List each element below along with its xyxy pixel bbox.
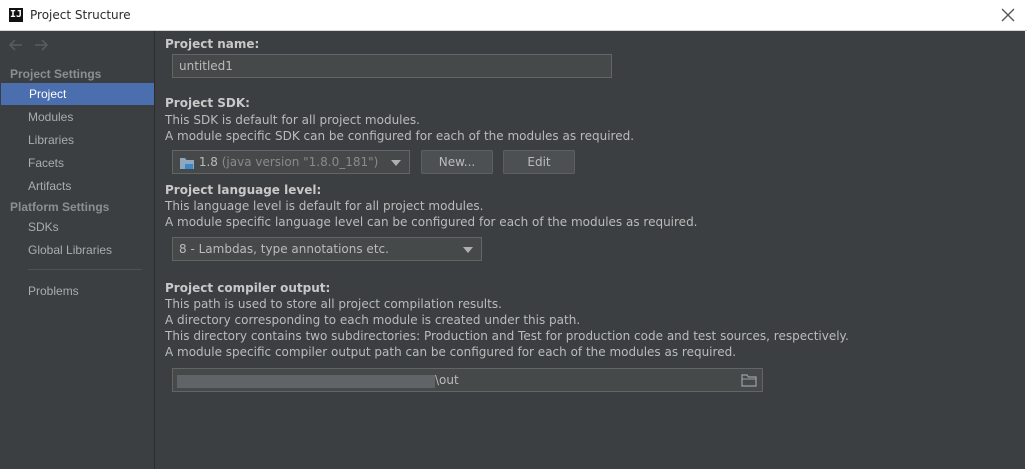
window-title-bar: IJ Project Structure — [0, 0, 1027, 31]
chevron-down-icon — [463, 247, 473, 253]
language-level-description-1: This language level is default for all p… — [165, 199, 484, 213]
project-settings-heading: Project Settings — [10, 67, 102, 81]
window-title: Project Structure — [30, 8, 131, 22]
compiler-output-label: Project compiler output: — [165, 281, 331, 295]
redacted-path — [177, 375, 435, 388]
folder-browse-icon[interactable] — [741, 373, 757, 387]
sidebar-item-libraries[interactable]: Libraries — [0, 129, 155, 151]
language-level-label: Project language level: — [165, 183, 322, 197]
back-arrow-icon[interactable] — [8, 37, 24, 53]
sdk-description-2: A module specific SDK can be configured … — [165, 129, 635, 143]
language-level-description-2: A module specific language level can be … — [165, 215, 698, 229]
project-name-input[interactable] — [172, 54, 612, 78]
close-icon[interactable] — [999, 6, 1017, 24]
platform-settings-heading: Platform Settings — [10, 200, 110, 214]
compiler-output-description-2: A directory corresponding to each module… — [165, 313, 581, 327]
settings-sidebar: Project Settings Project Modules Librari… — [0, 31, 155, 469]
compiler-output-path-field[interactable]: \out — [172, 368, 763, 392]
sidebar-item-project[interactable]: Project — [1, 83, 154, 105]
project-sdk-dropdown[interactable]: 1.8 (java version "1.8.0_181") — [172, 150, 410, 174]
sdk-new-button[interactable]: New... — [421, 150, 493, 174]
sidebar-item-modules[interactable]: Modules — [0, 106, 155, 128]
sdk-selected-value: 1.8 — [198, 155, 218, 169]
sdk-folder-icon — [180, 157, 194, 169]
forward-arrow-icon[interactable] — [33, 37, 49, 53]
sdk-description-1: This SDK is default for all project modu… — [165, 113, 420, 127]
sidebar-item-sdks[interactable]: SDKs — [0, 216, 155, 238]
sidebar-divider — [28, 269, 142, 270]
project-settings-panel: Project name: Project SDK: This SDK is d… — [156, 31, 1027, 469]
project-name-label: Project name: — [165, 37, 260, 51]
sidebar-item-problems[interactable]: Problems — [0, 280, 155, 302]
project-sdk-label: Project SDK: — [165, 96, 250, 110]
sidebar-item-global-libraries[interactable]: Global Libraries — [0, 239, 155, 261]
sidebar-item-facets[interactable]: Facets — [0, 152, 155, 174]
sdk-selected-detail: (java version "1.8.0_181") — [221, 155, 379, 169]
language-level-dropdown[interactable]: 8 - Lambdas, type annotations etc. — [172, 237, 482, 261]
sdk-edit-button[interactable]: Edit — [503, 150, 575, 174]
compiler-output-description-3: This directory contains two subdirectori… — [165, 329, 849, 343]
compiler-output-description-4: A module specific compiler output path c… — [165, 345, 737, 359]
output-path-suffix: \out — [435, 373, 459, 387]
compiler-output-description-1: This path is used to store all project c… — [165, 297, 502, 311]
language-level-selected-value: 8 - Lambdas, type annotations etc. — [179, 242, 389, 256]
intellij-app-icon: IJ — [9, 8, 23, 22]
chevron-down-icon — [391, 160, 401, 166]
sidebar-item-artifacts[interactable]: Artifacts — [0, 175, 155, 197]
